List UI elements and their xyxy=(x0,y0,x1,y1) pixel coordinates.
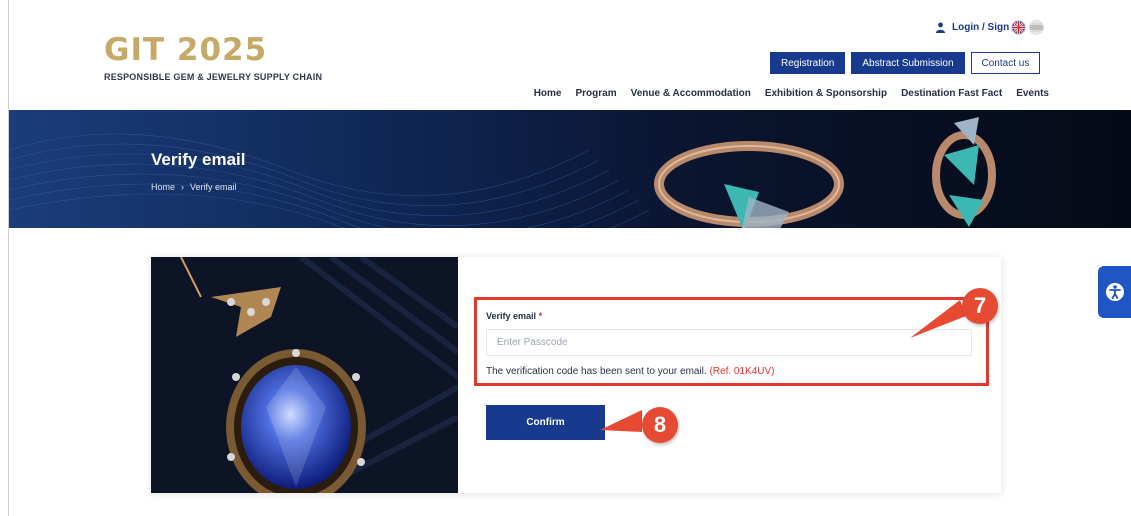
ring-image xyxy=(932,117,996,227)
site-logo[interactable]: GIT 2025 RESPONSIBLE GEM & JEWELRY SUPPL… xyxy=(104,34,322,82)
thai-flag-icon[interactable] xyxy=(1029,20,1044,35)
annotation-step-8: 8 xyxy=(642,407,678,443)
breadcrumb-separator: › xyxy=(181,182,185,192)
language-switcher xyxy=(1011,20,1044,35)
user-icon xyxy=(935,22,946,33)
bangle-image xyxy=(654,141,844,228)
breadcrumb-current: Verify email xyxy=(190,182,237,192)
annotation-step-7: 7 xyxy=(962,288,998,324)
nav-exhibition-sponsorship[interactable]: Exhibition & Sponsorship xyxy=(765,88,887,99)
contact-us-button[interactable]: Contact us xyxy=(970,52,1041,74)
logo-tagline: RESPONSIBLE GEM & JEWELRY SUPPLY CHAIN xyxy=(104,72,323,82)
nav-events[interactable]: Events xyxy=(1016,88,1049,99)
confirm-button[interactable]: Confirm xyxy=(486,405,605,440)
page-left-border xyxy=(8,0,9,516)
main-navigation: Home Program Venue & Accommodation Exhib… xyxy=(534,88,1049,99)
page-title: Verify email xyxy=(151,150,246,169)
nav-program[interactable]: Program xyxy=(575,88,616,99)
breadcrumb-home[interactable]: Home xyxy=(151,182,175,192)
nav-venue-accommodation[interactable]: Venue & Accommodation xyxy=(631,88,751,99)
nav-destination-fast-fact[interactable]: Destination Fast Fact xyxy=(901,88,1002,99)
registration-button[interactable]: Registration xyxy=(770,52,846,74)
header-actions: Registration Abstract Submission Contact… xyxy=(770,52,1041,74)
logo-title: GIT 2025 xyxy=(104,32,268,68)
breadcrumb: Home › Verify email xyxy=(151,182,237,192)
accessibility-icon xyxy=(1105,283,1124,301)
abstract-submission-button[interactable]: Abstract Submission xyxy=(851,52,965,74)
accessibility-button[interactable] xyxy=(1098,266,1131,318)
page-banner: Verify email Home › Verify email xyxy=(9,110,1131,228)
uk-flag-icon[interactable] xyxy=(1011,20,1026,35)
pendant-image xyxy=(151,257,458,493)
annotation-highlight-box xyxy=(474,297,989,386)
nav-home[interactable]: Home xyxy=(534,88,562,99)
